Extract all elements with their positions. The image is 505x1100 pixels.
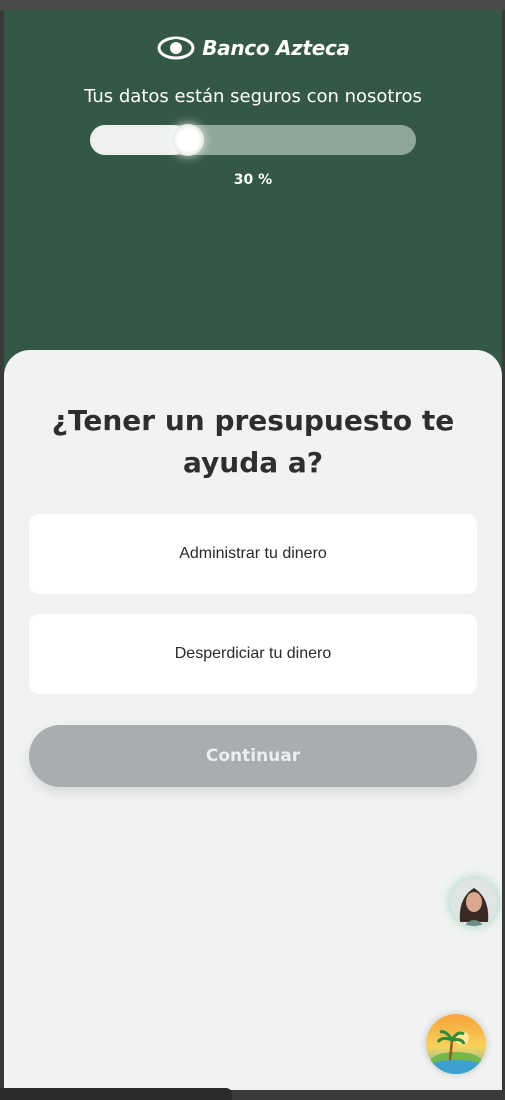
- banco-azteca-logo-icon: [157, 36, 195, 60]
- bottom-taskbar: [0, 1088, 232, 1100]
- progress-label: 30 %: [233, 172, 273, 188]
- question-title: ¿Tener un presupuesto te ayuda a?: [51, 404, 455, 479]
- avatar-portrait: [450, 878, 498, 926]
- option-administrar[interactable]: Administrar tu dinero: [29, 514, 477, 594]
- beach-island-icon[interactable]: [426, 1014, 486, 1074]
- app-screen: Banco Azteca Tus datos están seguros con…: [4, 10, 502, 1090]
- assistant-avatar-icon[interactable]: [450, 878, 498, 926]
- brand: Banco Azteca: [4, 36, 502, 60]
- header: Banco Azteca Tus datos están seguros con…: [4, 10, 502, 350]
- progress-knob: [171, 124, 204, 156]
- brand-name: Banco Azteca: [202, 36, 350, 60]
- beach-illustration: [426, 1014, 486, 1074]
- progress-bar: [90, 124, 416, 156]
- continue-button[interactable]: Continuar: [29, 725, 477, 787]
- question-card: ¿Tener un presupuesto te ayuda a? Admini…: [4, 350, 502, 1090]
- security-subtitle: Tus datos están seguros con nosotros: [84, 86, 422, 107]
- top-edge: [0, 0, 505, 10]
- option-desperdiciar[interactable]: Desperdiciar tu dinero: [29, 614, 477, 694]
